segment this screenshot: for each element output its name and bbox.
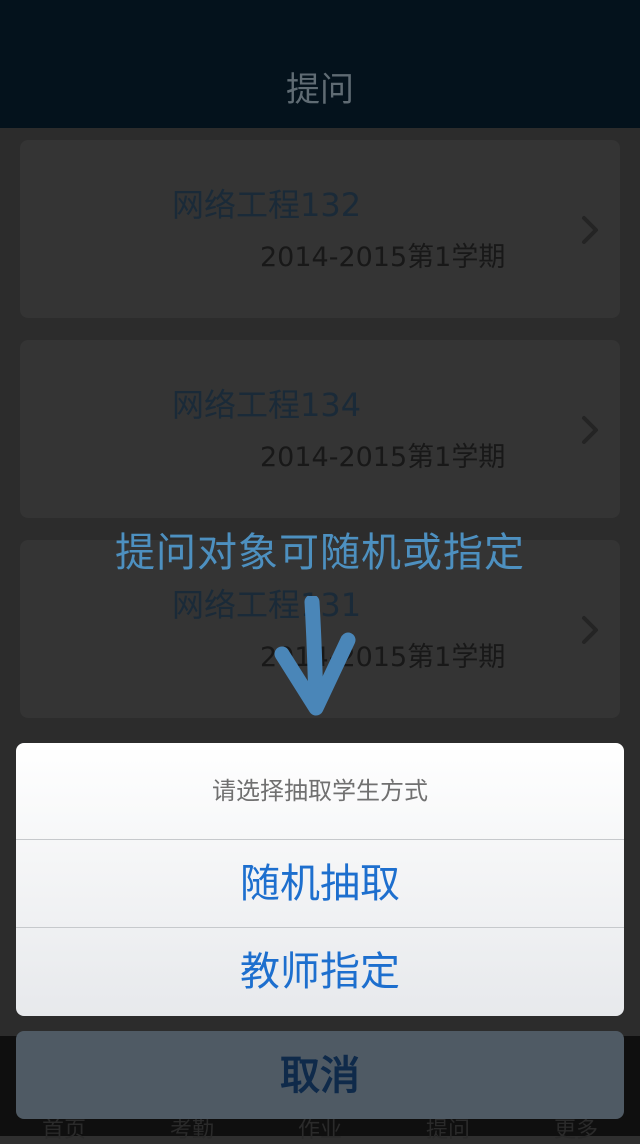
class-card[interactable]: 网络工程134 2014-2015第1学期 xyxy=(20,340,620,518)
chevron-right-icon xyxy=(582,616,598,644)
action-sheet-title: 请选择抽取学生方式 xyxy=(212,777,428,805)
action-sheet: 请选择抽取学生方式 随机抽取 教师指定 xyxy=(16,743,624,1016)
teacher-assign-button[interactable]: 教师指定 xyxy=(16,927,624,1016)
chevron-right-icon xyxy=(582,216,598,244)
random-pick-button[interactable]: 随机抽取 xyxy=(16,839,624,928)
hint-text: 提问对象可随机或指定 xyxy=(115,530,525,576)
cancel-button[interactable]: 取消 xyxy=(16,1031,624,1119)
nav-bar: 提问 xyxy=(0,0,640,128)
class-name: 网络工程132 xyxy=(172,186,362,224)
class-card[interactable]: 网络工程132 2014-2015第1学期 xyxy=(20,140,620,318)
class-term: 2014-2015第1学期 xyxy=(260,242,506,273)
class-term: 2014-2015第1学期 xyxy=(260,442,506,473)
page-title: 提问 xyxy=(286,70,354,110)
down-arrow-icon xyxy=(274,596,356,716)
class-name: 网络工程134 xyxy=(172,386,362,424)
chevron-right-icon xyxy=(582,416,598,444)
